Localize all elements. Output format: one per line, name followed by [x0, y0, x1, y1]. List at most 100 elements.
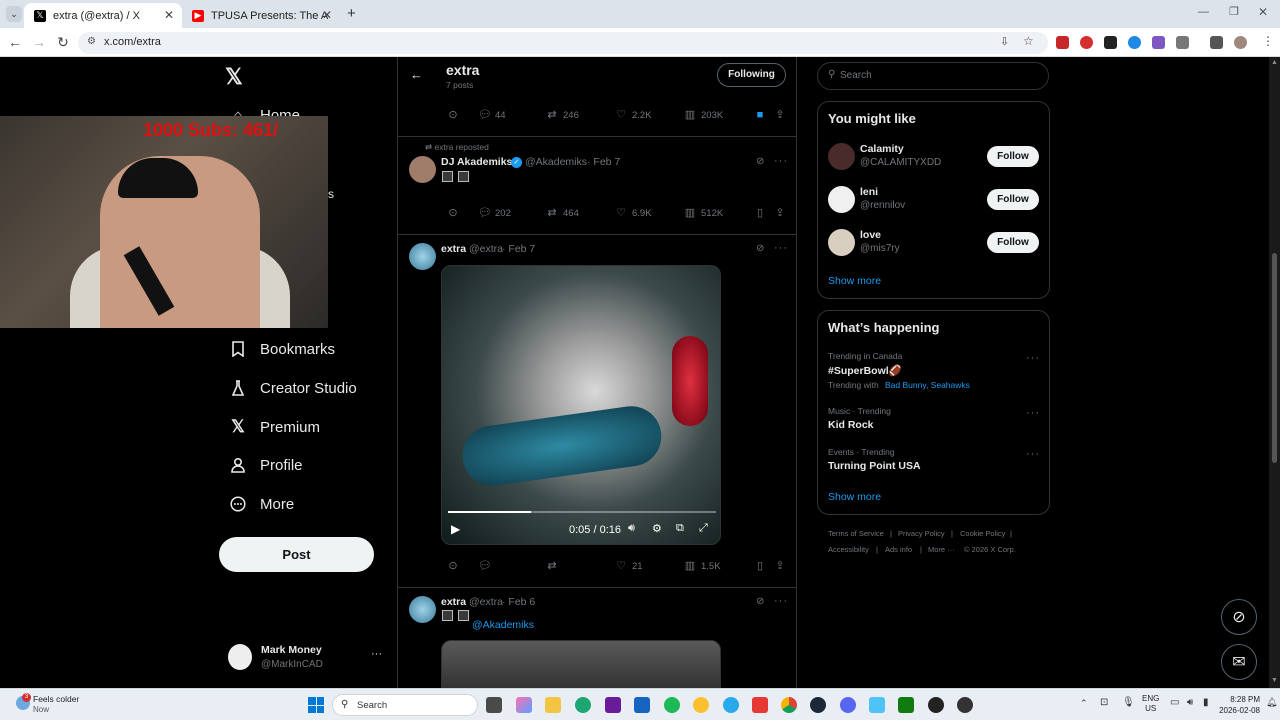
close-window-icon[interactable]: ✕ — [1258, 5, 1268, 19]
avatar[interactable] — [409, 596, 436, 623]
post-more-icon[interactable]: ··· — [774, 155, 788, 167]
snipping-tool-icon[interactable] — [752, 697, 768, 713]
steam-icon[interactable] — [810, 697, 826, 713]
app-icon[interactable] — [693, 697, 709, 713]
trend-name[interactable]: Kid Rock — [828, 419, 874, 431]
tab-search-button[interactable]: ⌄ — [6, 6, 22, 22]
view-button[interactable]: ⊙ — [447, 560, 464, 572]
trend-more-icon[interactable]: ··· — [1026, 407, 1040, 419]
edge-icon[interactable] — [575, 697, 591, 713]
avatar[interactable] — [828, 229, 855, 256]
post-date[interactable]: · Feb 7 — [587, 156, 620, 168]
close-tab-icon[interactable]: ✕ — [322, 8, 332, 22]
reply-button[interactable]: 💬︎ — [478, 560, 495, 572]
trend-with-links[interactable]: Bad Bunny, Seahawks — [885, 380, 970, 390]
windows-start-icon[interactable] — [308, 697, 324, 713]
battery-icon[interactable]: ▮ — [1203, 697, 1209, 708]
follow-button[interactable]: Follow — [987, 189, 1039, 210]
back-arrow-icon[interactable]: ← — [410, 67, 423, 82]
extension-icon[interactable] — [1056, 36, 1069, 49]
display-icon[interactable]: ▭ — [1170, 697, 1179, 708]
browser-menu-icon[interactable]: ⋮ — [1262, 34, 1274, 48]
footer-link[interactable]: Cookie Policy — [960, 529, 1005, 538]
bookmark-button[interactable]: ■ — [754, 109, 771, 121]
footer-link[interactable]: Terms of Service — [828, 529, 884, 538]
grok-button[interactable]: ⊘ — [1221, 599, 1257, 635]
like-button[interactable]: ♡ 6.9K — [615, 207, 651, 219]
back-icon[interactable]: ← — [7, 34, 23, 50]
user-name[interactable]: Calamity — [860, 143, 904, 155]
extension-icon[interactable] — [1080, 36, 1093, 49]
volume-icon[interactable]: 🔊︎ — [1187, 697, 1193, 708]
footer-link[interactable]: Ads info — [885, 545, 912, 554]
volume-icon[interactable]: 🔊︎ — [628, 522, 635, 535]
tray-overflow-icon[interactable]: ⌃ — [1080, 698, 1088, 709]
task-view-icon[interactable] — [486, 697, 502, 713]
post-more-icon[interactable]: ··· — [774, 595, 788, 607]
profile-avatar-icon[interactable] — [1234, 36, 1247, 49]
telegram-icon[interactable] — [723, 697, 739, 713]
post-date[interactable]: · Feb 6 — [502, 596, 535, 608]
scroll-up-icon[interactable]: ▲ — [1271, 59, 1278, 66]
follow-button[interactable]: Follow — [987, 232, 1039, 253]
app-icon[interactable] — [928, 697, 944, 713]
nzxt-icon[interactable] — [605, 697, 621, 713]
search-input[interactable]: ⚲ Search — [817, 62, 1049, 90]
author-name[interactable]: extra — [441, 243, 466, 255]
grok-icon[interactable]: ⊘ — [756, 156, 764, 167]
post-button[interactable]: Post — [219, 537, 374, 572]
nav-premium[interactable]: 𝕏 Premium — [228, 414, 320, 440]
author-handle[interactable]: @extra — [469, 596, 503, 608]
video-play-icon[interactable]: ▶ — [451, 522, 460, 536]
grok-icon[interactable]: ⊘ — [756, 596, 764, 607]
input-language[interactable]: ENG US — [1142, 694, 1159, 714]
like-button[interactable]: ♡ 2.2K — [615, 109, 651, 121]
nav-bookmarks[interactable]: Bookmarks — [228, 336, 335, 362]
share-button[interactable]: ⇪ — [774, 109, 791, 121]
file-explorer-icon[interactable] — [545, 697, 561, 713]
omnibox[interactable]: ⚙ x.com/extra ⇩ ☆ — [78, 32, 1048, 54]
post-more-icon[interactable]: ··· — [774, 242, 788, 254]
messages-button[interactable]: ✉ — [1221, 644, 1257, 680]
author-name[interactable]: extra — [441, 596, 466, 608]
author-handle[interactable]: @Akademiks — [525, 156, 587, 168]
post-media[interactable] — [441, 640, 721, 688]
reply-button[interactable]: 💬︎ 44 — [478, 109, 506, 121]
close-tab-icon[interactable]: ✕ — [164, 8, 174, 22]
pip-icon[interactable]: ⧉ — [676, 522, 684, 535]
tab-x-extra[interactable]: 𝕏 extra (@extra) / X ✕ — [24, 3, 182, 28]
mention-link[interactable]: @Akademiks — [472, 619, 534, 631]
repost-button[interactable]: ⇄ 246 — [546, 109, 578, 121]
extension-icon[interactable] — [1104, 36, 1117, 49]
video-player[interactable]: ▶ 0:05 / 0:16 🔊︎ ⚙ ⧉ ⤢ — [441, 265, 721, 545]
notepad-icon[interactable] — [869, 697, 885, 713]
account-more-icon[interactable]: ··· — [371, 648, 382, 660]
reply-button[interactable]: 💬︎ 202 — [478, 207, 511, 219]
extension-icon[interactable] — [1152, 36, 1165, 49]
tab-youtube[interactable]: ▶ TPUSA Presents: The ALL-AMER ✕ — [182, 3, 340, 28]
network-icon[interactable]: ⊡ — [1100, 697, 1108, 708]
scroll-down-icon[interactable]: ▼ — [1271, 677, 1278, 684]
avatar[interactable] — [409, 243, 436, 270]
spotify-icon[interactable] — [664, 697, 680, 713]
nav-profile[interactable]: Profile — [228, 452, 303, 478]
clock[interactable]: 8:28 PM 2026-02-08 — [1210, 694, 1260, 716]
avatar[interactable] — [409, 156, 436, 183]
user-name[interactable]: love — [860, 229, 881, 241]
microphone-icon[interactable]: 🎙︎ — [1122, 697, 1135, 708]
forward-icon[interactable]: → — [31, 34, 47, 50]
extensions-puzzle-icon[interactable] — [1176, 36, 1189, 49]
footer-link[interactable]: Privacy Policy — [898, 529, 945, 538]
share-button[interactable]: ⇪ — [774, 207, 791, 219]
star-icon[interactable]: ☆ — [1023, 34, 1034, 48]
taskbar-search[interactable]: ⚲ Search — [332, 694, 478, 716]
author-handle[interactable]: @extra — [469, 243, 503, 255]
post-date[interactable]: · Feb 7 — [502, 243, 535, 255]
views-button[interactable]: ▥ 203K — [684, 109, 723, 121]
x-logo-icon[interactable]: 𝕏 — [225, 64, 243, 90]
site-info-icon[interactable]: ⚙ — [87, 36, 96, 47]
bookmark-button[interactable]: ▯ — [754, 560, 771, 572]
share-button[interactable]: ⇪ — [774, 560, 791, 572]
show-more-link[interactable]: Show more — [828, 491, 881, 503]
view-button[interactable]: ⊙ — [447, 207, 464, 219]
